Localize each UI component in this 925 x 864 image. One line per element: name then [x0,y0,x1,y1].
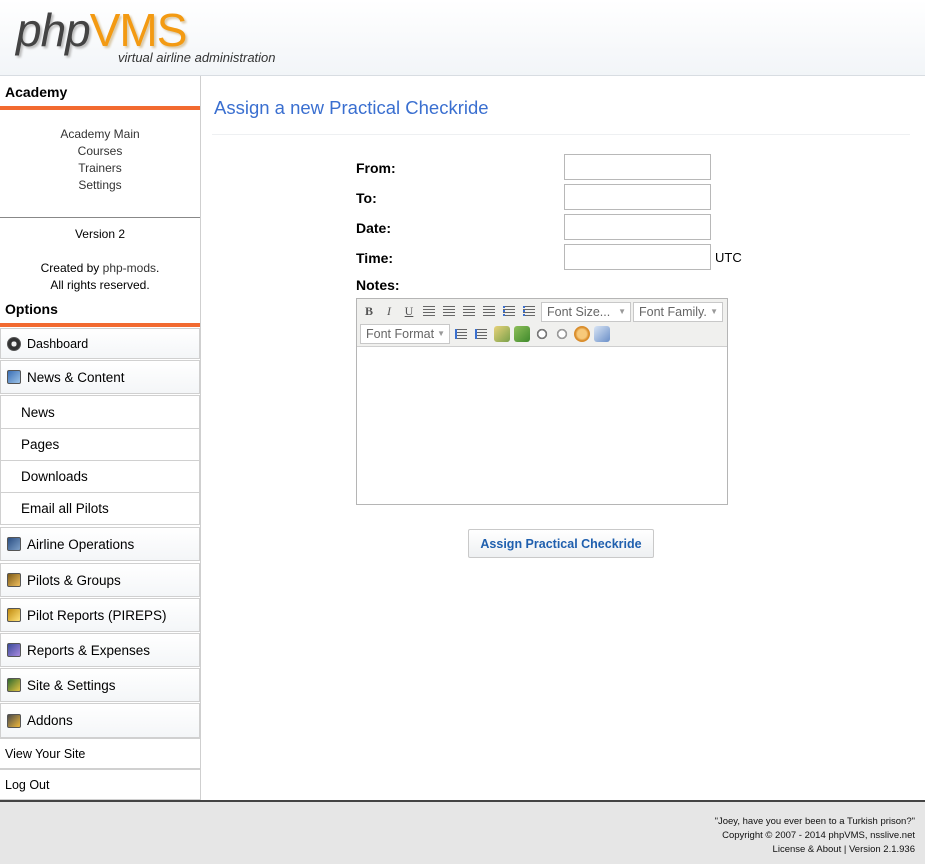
chevron-down-icon: ▼ [437,329,445,338]
menu-pilot-reports[interactable]: Pilot Reports (PIREPS) [0,598,200,632]
to-input[interactable] [564,184,711,210]
site-settings-icon [7,678,21,692]
menu-label: Dashboard [27,336,89,351]
pilot-reports-icon [7,608,21,622]
notes-rich-text-editor: B I U Font Size... ▼ Font Family. ▼ Font F… [356,298,728,505]
menu-label: Pilot Reports (PIREPS) [27,607,167,623]
bold-button[interactable]: B [360,302,378,320]
to-label: To: [356,190,377,206]
pilots-groups-icon [7,573,21,587]
chevron-down-icon: ▼ [710,307,718,316]
menu-label: Log Out [5,777,50,792]
insert-icon[interactable] [514,326,530,342]
menu-label: Reports & Expenses [27,642,151,658]
academy-links: Academy Main Courses Trainers Settings [0,126,200,194]
academy-heading: Academy [0,82,200,110]
menu-label: Pilots & Groups [27,572,121,588]
options-heading: Options [0,300,200,327]
time-label: Time: [356,250,394,266]
footer-quote: "Joey, have you ever been to a Turkish p… [714,816,915,827]
addons-icon [7,713,21,728]
academy-divider [0,217,200,218]
utc-label: UTC [715,250,742,265]
align-right-icon[interactable] [463,306,475,316]
phpvms-logo[interactable]: phpVMS [16,4,187,56]
page-title: Assign a new Practical Checkride [214,97,489,118]
align-center-icon[interactable] [443,306,455,316]
menu-label: News & Content [27,369,125,385]
menu-pilots-groups[interactable]: Pilots & Groups [0,563,200,597]
page-footer: "Joey, have you ever been to a Turkish p… [0,800,925,864]
outdent-icon[interactable] [455,329,467,339]
license-about-link[interactable]: License & About [773,844,842,855]
editor-text-area[interactable] [357,348,727,504]
emoticon-icon[interactable] [574,326,590,342]
font-size-select[interactable]: Font Size... ▼ [541,302,631,322]
footer-version: Version 2.1.936 [848,844,915,855]
footer-copyright: Copyright © 2007 - 2014 phpVMS, nsslive.… [722,830,915,841]
menu-airline-operations[interactable]: Airline Operations [0,527,200,561]
menu-news-content[interactable]: News & Content [0,360,200,394]
menu-site-settings[interactable]: Site & Settings [0,668,200,702]
reports-expenses-icon [7,643,21,657]
version-text: Version 2 [74,227,126,241]
page-header: phpVMS virtual airline administration [0,0,925,76]
menu-addons[interactable]: Addons [0,703,200,738]
numbered-list-icon[interactable] [503,306,515,316]
sidebar: Academy Academy Main Courses Trainers Se… [0,76,201,800]
menu-email-pilots[interactable]: Email all Pilots [0,492,200,525]
logo-subtitle: virtual airline administration [118,50,276,65]
rights-text: All rights reserved. [50,278,150,292]
date-input[interactable] [564,214,711,240]
font-family-select[interactable]: Font Family. ▼ [633,302,723,322]
underline-button[interactable]: U [400,302,418,320]
menu-label: Site & Settings [27,677,116,693]
phpvms-link[interactable]: phpVMS [828,830,864,841]
chevron-down-icon: ▼ [618,307,626,316]
menu-label: View Your Site [5,746,86,761]
dashboard-icon [7,336,21,351]
airline-operations-icon [7,537,21,551]
unlink-icon[interactable] [554,326,570,342]
settings-link[interactable]: Settings [0,177,200,194]
align-left-icon[interactable] [423,306,435,316]
assign-practical-checkride-button[interactable]: Assign Practical Checkride [468,529,654,558]
menu-label: Airline Operations [27,536,135,552]
bullet-list-icon[interactable] [523,306,535,316]
align-justify-icon[interactable] [483,306,495,316]
version-box: Version 2 Created by php-mods. All right… [0,226,200,294]
menu-logout[interactable]: Log Out [0,769,200,800]
menu-label: Addons [27,713,73,728]
font-format-select[interactable]: Font Format ▼ [360,324,450,344]
menu-view-site[interactable]: View Your Site [0,738,200,769]
menu-label: Pages [21,437,60,452]
menu-label: Email all Pilots [21,501,109,516]
notes-label: Notes: [356,277,400,293]
link-icon[interactable] [534,326,550,342]
menu-pages[interactable]: Pages [0,428,200,461]
menu-reports-expenses[interactable]: Reports & Expenses [0,633,200,667]
editor-toolbar: B I U Font Size... ▼ Font Family. ▼ Font F… [357,299,727,347]
created-by-line: Created by php-mods. [40,261,160,275]
footer-license-line: License & About | Version 2.1.936 [772,844,915,855]
courses-link[interactable]: Courses [0,143,200,160]
news-content-icon [7,370,21,384]
from-label: From: [356,160,396,176]
title-divider [212,134,910,135]
academy-main-link[interactable]: Academy Main [0,126,200,143]
indent-icon[interactable] [475,329,487,339]
edit-icon[interactable] [494,326,510,342]
italic-button[interactable]: I [380,302,398,320]
html-source-icon[interactable] [594,326,610,342]
menu-label: News [21,404,55,420]
trainers-link[interactable]: Trainers [0,160,200,177]
menu-downloads[interactable]: Downloads [0,460,200,493]
php-mods-link[interactable]: php-mods [103,261,156,275]
date-label: Date: [356,220,392,236]
menu-dashboard[interactable]: Dashboard [0,328,200,359]
menu-label: Downloads [21,469,88,484]
from-input[interactable] [564,154,711,180]
time-input[interactable] [564,244,711,270]
menu-news[interactable]: News [0,395,200,429]
